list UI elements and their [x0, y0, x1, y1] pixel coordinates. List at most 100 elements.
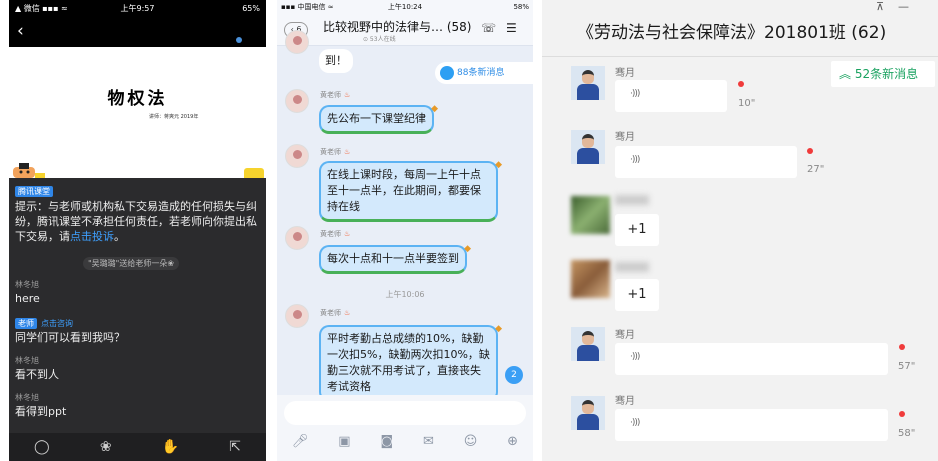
chat-header: ‹ 6 比较视野中的法律与… (58) ⊙ 53人在线 ☏ ☰	[277, 14, 533, 46]
call-icon[interactable]: ☏	[481, 21, 496, 35]
kite-icon: ◆	[495, 160, 502, 170]
avatar[interactable]	[571, 196, 610, 234]
emoji-icon[interactable]: ☺	[464, 434, 478, 449]
sender-name	[615, 262, 649, 272]
message-text: here	[15, 292, 40, 305]
qq-group-screen: ▪▪▪ 中国电信 ≈ 上午10:24 58% ‹ 6 比较视野中的法律与… (5…	[277, 0, 533, 461]
message-text: 同学们可以看到我吗？	[15, 331, 125, 344]
platform-tag: 腾讯课堂	[15, 186, 53, 197]
voice-message[interactable]: ·)))	[615, 343, 888, 375]
message-bubble: 到！	[319, 49, 353, 73]
fire-icon: ♨	[344, 230, 351, 238]
voice-message[interactable]: ·)))	[615, 146, 797, 178]
chat-area: 腾讯课堂 提示：与老师或机构私下交易造成的任何损失与纠纷，腾讯课堂不承担任何责任…	[9, 178, 266, 433]
tencent-classroom-screen: ▲ 微信 ▪▪▪ ≈ 上午9:57 65% ‹ 物权法 讲师：蒋爽元 2019年…	[9, 0, 266, 461]
sender-name: 黄老师 ♨	[320, 230, 351, 238]
message-bubble: ◆ 先公布一下课堂纪律	[319, 104, 438, 134]
input-bar: 🎤︎ ▣ ◙ ✉ ☺ ⊕	[277, 395, 533, 461]
input-toolbar: 🎤︎ ▣ ◙ ✉ ☺ ⊕	[277, 431, 533, 451]
red-packet-icon[interactable]: ✉	[423, 434, 434, 449]
avatar[interactable]	[571, 396, 605, 430]
double-up-icon: ︽	[839, 67, 855, 81]
sender-name: 林冬旭	[15, 393, 39, 402]
unread-dot	[738, 81, 744, 87]
notice-text: 提示：与老师或机构私下交易造成的任何损失与纠纷，腾讯课堂不承担任何责任，若老师向…	[15, 200, 257, 243]
fire-icon: ♨	[344, 91, 351, 99]
plus-icon[interactable]: ⊕	[507, 434, 518, 449]
message-text: 看不到人	[15, 368, 59, 381]
sender-name: 黄老师 ♨	[320, 309, 351, 317]
message-bubble: ◆ 在线上课时段，每周一上午十点至十一点半，在此期间，都要保持在线	[319, 160, 502, 222]
ppt-slide: 物权法 讲师：蒋爽元 2019年	[9, 47, 266, 178]
status-time: 上午9:57	[120, 4, 155, 13]
avatar[interactable]	[285, 304, 309, 328]
back-arrow-icon[interactable]: ‹	[17, 21, 24, 41]
voice-message[interactable]: ·)))	[615, 409, 888, 441]
mic-icon[interactable]: 🎤︎	[292, 434, 309, 449]
avatar[interactable]	[285, 30, 309, 54]
kite-icon: ◆	[464, 244, 471, 254]
online-count: ⊙ 53人在线	[363, 36, 396, 43]
avatar[interactable]	[571, 327, 605, 361]
gift-notice: "吴璐璐"送给老师一朵❀	[83, 257, 180, 270]
slide-subtitle: 讲师：蒋爽元 2019年	[149, 114, 199, 120]
status-battery: 58%	[513, 3, 529, 11]
kite-icon: ◆	[431, 104, 438, 114]
status-bar: ▲ 微信 ▪▪▪ ≈ 上午9:57 65%	[9, 0, 266, 17]
sender-name	[615, 195, 649, 205]
slide-title: 物权法	[107, 89, 168, 109]
chat-icon[interactable]: ◯	[34, 439, 50, 455]
safety-notice: 提示：与老师或机构私下交易造成的任何损失与纠纷，腾讯课堂不承担任何责任，若老师向…	[15, 199, 261, 244]
minimize-icon[interactable]: —	[898, 0, 909, 13]
plus-one-message: +1	[615, 214, 659, 246]
report-link[interactable]: 点击投诉	[70, 230, 114, 243]
hand-icon[interactable]: ✋	[162, 439, 179, 455]
indicator-dot-icon	[236, 37, 242, 43]
voice-icon: ·)))	[630, 418, 640, 428]
message-text: 看得到ppt	[15, 405, 67, 418]
kite-icon: ◆	[495, 324, 502, 334]
message-bubble: ◆ 平时考勤占总成绩的10%，缺勤一次扣5%，缺勤两次扣10%，缺勤三次就不用考试…	[319, 324, 502, 402]
chat-message: 林冬旭 看不到人	[15, 355, 59, 382]
share-icon[interactable]: ⇱	[229, 439, 241, 455]
pin-icon[interactable]: ⊼	[876, 0, 884, 13]
sender-name: 骞月	[615, 396, 635, 407]
avatar[interactable]	[285, 144, 309, 168]
voice-duration: 57"	[898, 361, 916, 372]
bottom-toolbar: ◯ ❀ ✋ ⇱	[9, 433, 266, 461]
avatar[interactable]	[571, 66, 605, 100]
avatar[interactable]	[285, 226, 309, 250]
class-group-screen: ⊼ — 《劳动法与社会保障法》201801班 (62) ︽ 52条新消息 骞月 …	[542, 0, 938, 461]
new-messages-button[interactable]: ︽ 52条新消息	[831, 61, 935, 87]
avatar[interactable]	[285, 89, 309, 113]
camera-icon[interactable]: ◙	[380, 434, 393, 449]
time-divider: 上午10:06	[385, 290, 425, 299]
group-title: 比较视野中的法律与… (58)	[323, 20, 472, 34]
flower-icon[interactable]: ❀	[100, 439, 112, 455]
status-time: 上午10:24	[387, 3, 423, 11]
status-battery: 65%	[242, 4, 260, 13]
voice-icon: ·)))	[630, 155, 640, 165]
menu-icon[interactable]: ☰	[506, 21, 517, 35]
chat-message: 林冬旭 here	[15, 279, 40, 306]
message-bubble: ◆ 每次十点和十一点半要签到	[319, 244, 471, 274]
chat-message: 老师 点击咨询 同学们可以看到我吗？	[15, 318, 125, 345]
avatar[interactable]	[571, 130, 605, 164]
notice-end: 。	[114, 230, 125, 243]
top-bar: ‹	[9, 17, 266, 47]
voice-icon: ·)))	[630, 352, 640, 362]
mascot-icon	[13, 163, 45, 178]
message-input[interactable]	[284, 401, 526, 425]
voice-duration: 10"	[738, 98, 756, 109]
unread-badge[interactable]: 2	[505, 366, 523, 384]
header-divider	[542, 56, 938, 57]
image-icon[interactable]: ▣	[338, 434, 350, 449]
consult-link[interactable]: 点击咨询	[41, 319, 73, 328]
slide-badge	[244, 168, 264, 178]
avatar[interactable]	[571, 260, 610, 298]
fire-icon: ♨	[344, 148, 351, 156]
new-messages-button[interactable]: 88条新消息	[435, 62, 533, 84]
sender-name: 骞月	[615, 330, 635, 341]
voice-message[interactable]: ·)))	[615, 80, 727, 112]
sender-name: 骞月	[615, 68, 635, 79]
